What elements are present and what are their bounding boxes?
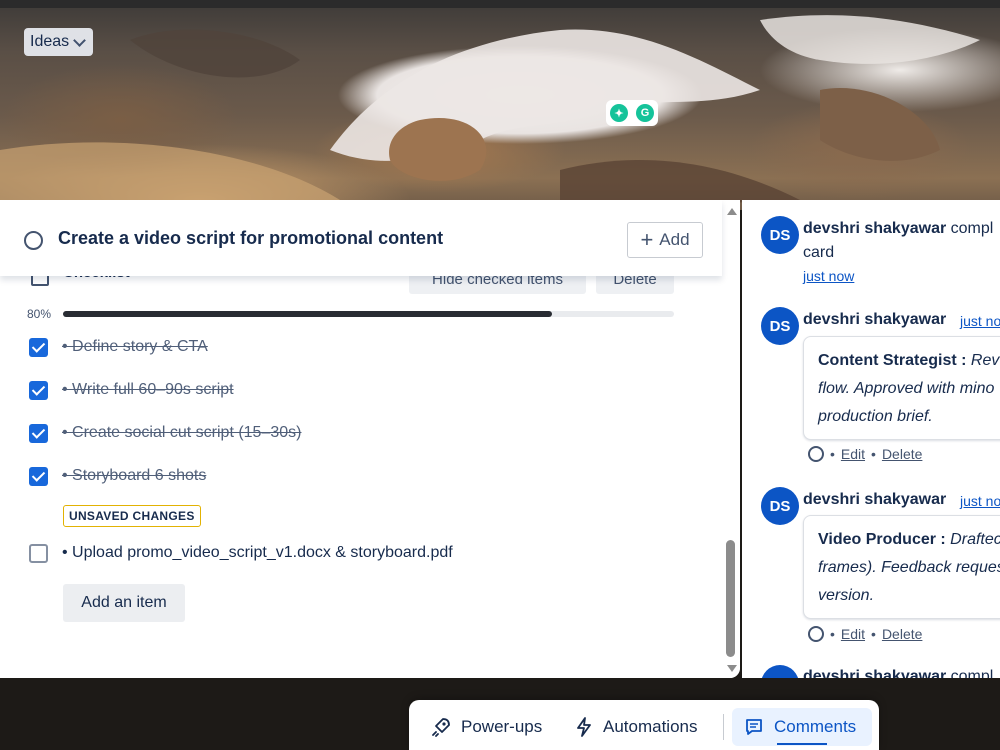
checkbox-checked[interactable] [29,466,48,486]
edit-comment-link[interactable]: Edit [841,446,865,462]
add-button-label: Add [659,230,690,249]
chevron-down-icon [73,33,87,47]
toolbar-divider [723,714,724,740]
avatar[interactable]: DS [761,487,799,525]
comment-icon [746,719,762,735]
lightbulb-extension-icon[interactable]: ✦ [610,104,628,122]
checkbox-unchecked[interactable] [29,543,48,563]
comment-body-line3: production brief. [818,408,933,425]
list-name-chip[interactable]: Ideas [24,28,94,56]
checklist-item: • Storyboard 6 shots [29,465,206,487]
card-title[interactable]: Create a video script for promotional co… [58,228,443,249]
comment-body-line2: flow. Approved with mino [818,380,995,397]
delete-comment-link[interactable]: Delete [882,626,922,642]
card-cover-image [0,0,1000,210]
activity-action: compl [946,668,994,678]
checkbox-checked[interactable] [29,380,48,400]
edit-comment-link[interactable]: Edit [841,626,865,642]
cover-landscape [0,15,980,210]
checklist-progress-fill [63,311,552,317]
comment-bubble: Content Strategist : Rev flow. Approved … [803,336,1000,440]
grammarly-icon[interactable]: G [636,104,654,122]
scroll-up-arrow-icon[interactable] [727,208,737,215]
card-detail-panel: Checklist Hide checked items Delete Crea… [0,200,740,678]
activity-text: devshri shakyawar compl [803,220,993,238]
author-name[interactable]: devshri shakyawar [803,668,946,678]
list-name-label: Ideas [30,33,70,50]
comment-role: Video Producer : [818,531,946,548]
powerups-button[interactable]: Power-ups [431,714,542,740]
avatar[interactable]: DS [761,665,799,678]
scrollbar-thumb[interactable] [726,540,735,657]
rocket-icon [432,718,450,737]
comment-actions: • Edit • Delete [808,446,922,462]
card-title-header: Create a video script for promotional co… [0,200,722,276]
avatar[interactable]: DS [761,307,799,345]
checklist-item: • Upload promo_video_script_v1.docx & st… [29,542,453,564]
checklist-item-text[interactable]: • Upload promo_video_script_v1.docx & st… [62,544,453,562]
comment-timestamp[interactable]: just no [960,313,1000,329]
comments-button[interactable]: Comments [732,708,872,746]
automations-button[interactable]: Automations [575,714,698,740]
separator-dot: • [871,626,876,642]
checklist-progress-percent: 80% [27,307,52,321]
comment-timestamp[interactable]: just no [960,493,1000,509]
complete-toggle-circle[interactable] [24,231,43,250]
lightning-icon [577,717,591,737]
comment-body-line3: version. [818,587,875,604]
checklist-item-text[interactable]: • Define story & CTA [62,338,208,356]
scroll-down-arrow-icon[interactable] [727,665,737,672]
checklist-item-text[interactable]: • Create social cut script (15–30s) [62,424,301,442]
comment-bubble: Video Producer : Draftec frames). Feedba… [803,515,1000,619]
comments-label: Comments [774,717,857,736]
comment-role: Content Strategist : [818,352,967,369]
separator-dot: • [871,446,876,462]
activity-panel: DS devshri shakyawar compl card just now… [742,200,1000,678]
separator-dot: • [830,626,835,642]
comment-body-line1: Rev [966,352,1000,369]
activity-action: compl [946,220,994,237]
powerups-label: Power-ups [461,717,543,736]
comments-button-content: Comments [744,714,856,740]
automations-label: Automations [603,717,698,736]
comment-body-line2: frames). Feedback request [818,559,1000,576]
add-reaction-icon[interactable] [808,626,824,642]
checklist-item-text[interactable]: • Write full 60–90s script [62,381,234,399]
activity-action-line2: card [803,244,835,261]
activity-text: devshri shakyawar compl [803,668,993,678]
comment-body-line1: Draftec [945,531,1000,548]
plus-icon: + [640,227,654,252]
separator-dot: • [830,446,835,462]
avatar[interactable]: DS [761,216,799,254]
checklist-item: • Define story & CTA [29,336,208,358]
add-button[interactable]: + Add [627,222,703,258]
checkbox-checked[interactable] [29,337,48,357]
scrollbar[interactable] [722,200,740,678]
author-name[interactable]: devshri shakyawar [803,311,946,329]
window-top-bar [0,0,1000,8]
activity-timestamp[interactable]: just now [803,268,854,284]
checklist-item: • Write full 60–90s script [29,379,234,401]
checklist-progress-bar [63,311,674,317]
author-name[interactable]: devshri shakyawar [803,220,946,237]
add-an-item-button[interactable]: Add an item [63,584,185,622]
browser-extension-icons: ✦ G [606,100,658,126]
checkbox-checked[interactable] [29,423,48,443]
delete-comment-link[interactable]: Delete [882,446,922,462]
author-name[interactable]: devshri shakyawar [803,491,946,509]
add-reaction-icon[interactable] [808,446,824,462]
unsaved-changes-badge: UNSAVED CHANGES [63,505,201,527]
checklist-item-text[interactable]: • Storyboard 6 shots [62,467,206,485]
checklist-item: • Create social cut script (15–30s) [29,422,301,444]
active-tab-underline [777,743,827,745]
comment-actions: • Edit • Delete [808,626,922,642]
board-bottom-toolbar: Power-ups Automations Comments [409,700,879,750]
